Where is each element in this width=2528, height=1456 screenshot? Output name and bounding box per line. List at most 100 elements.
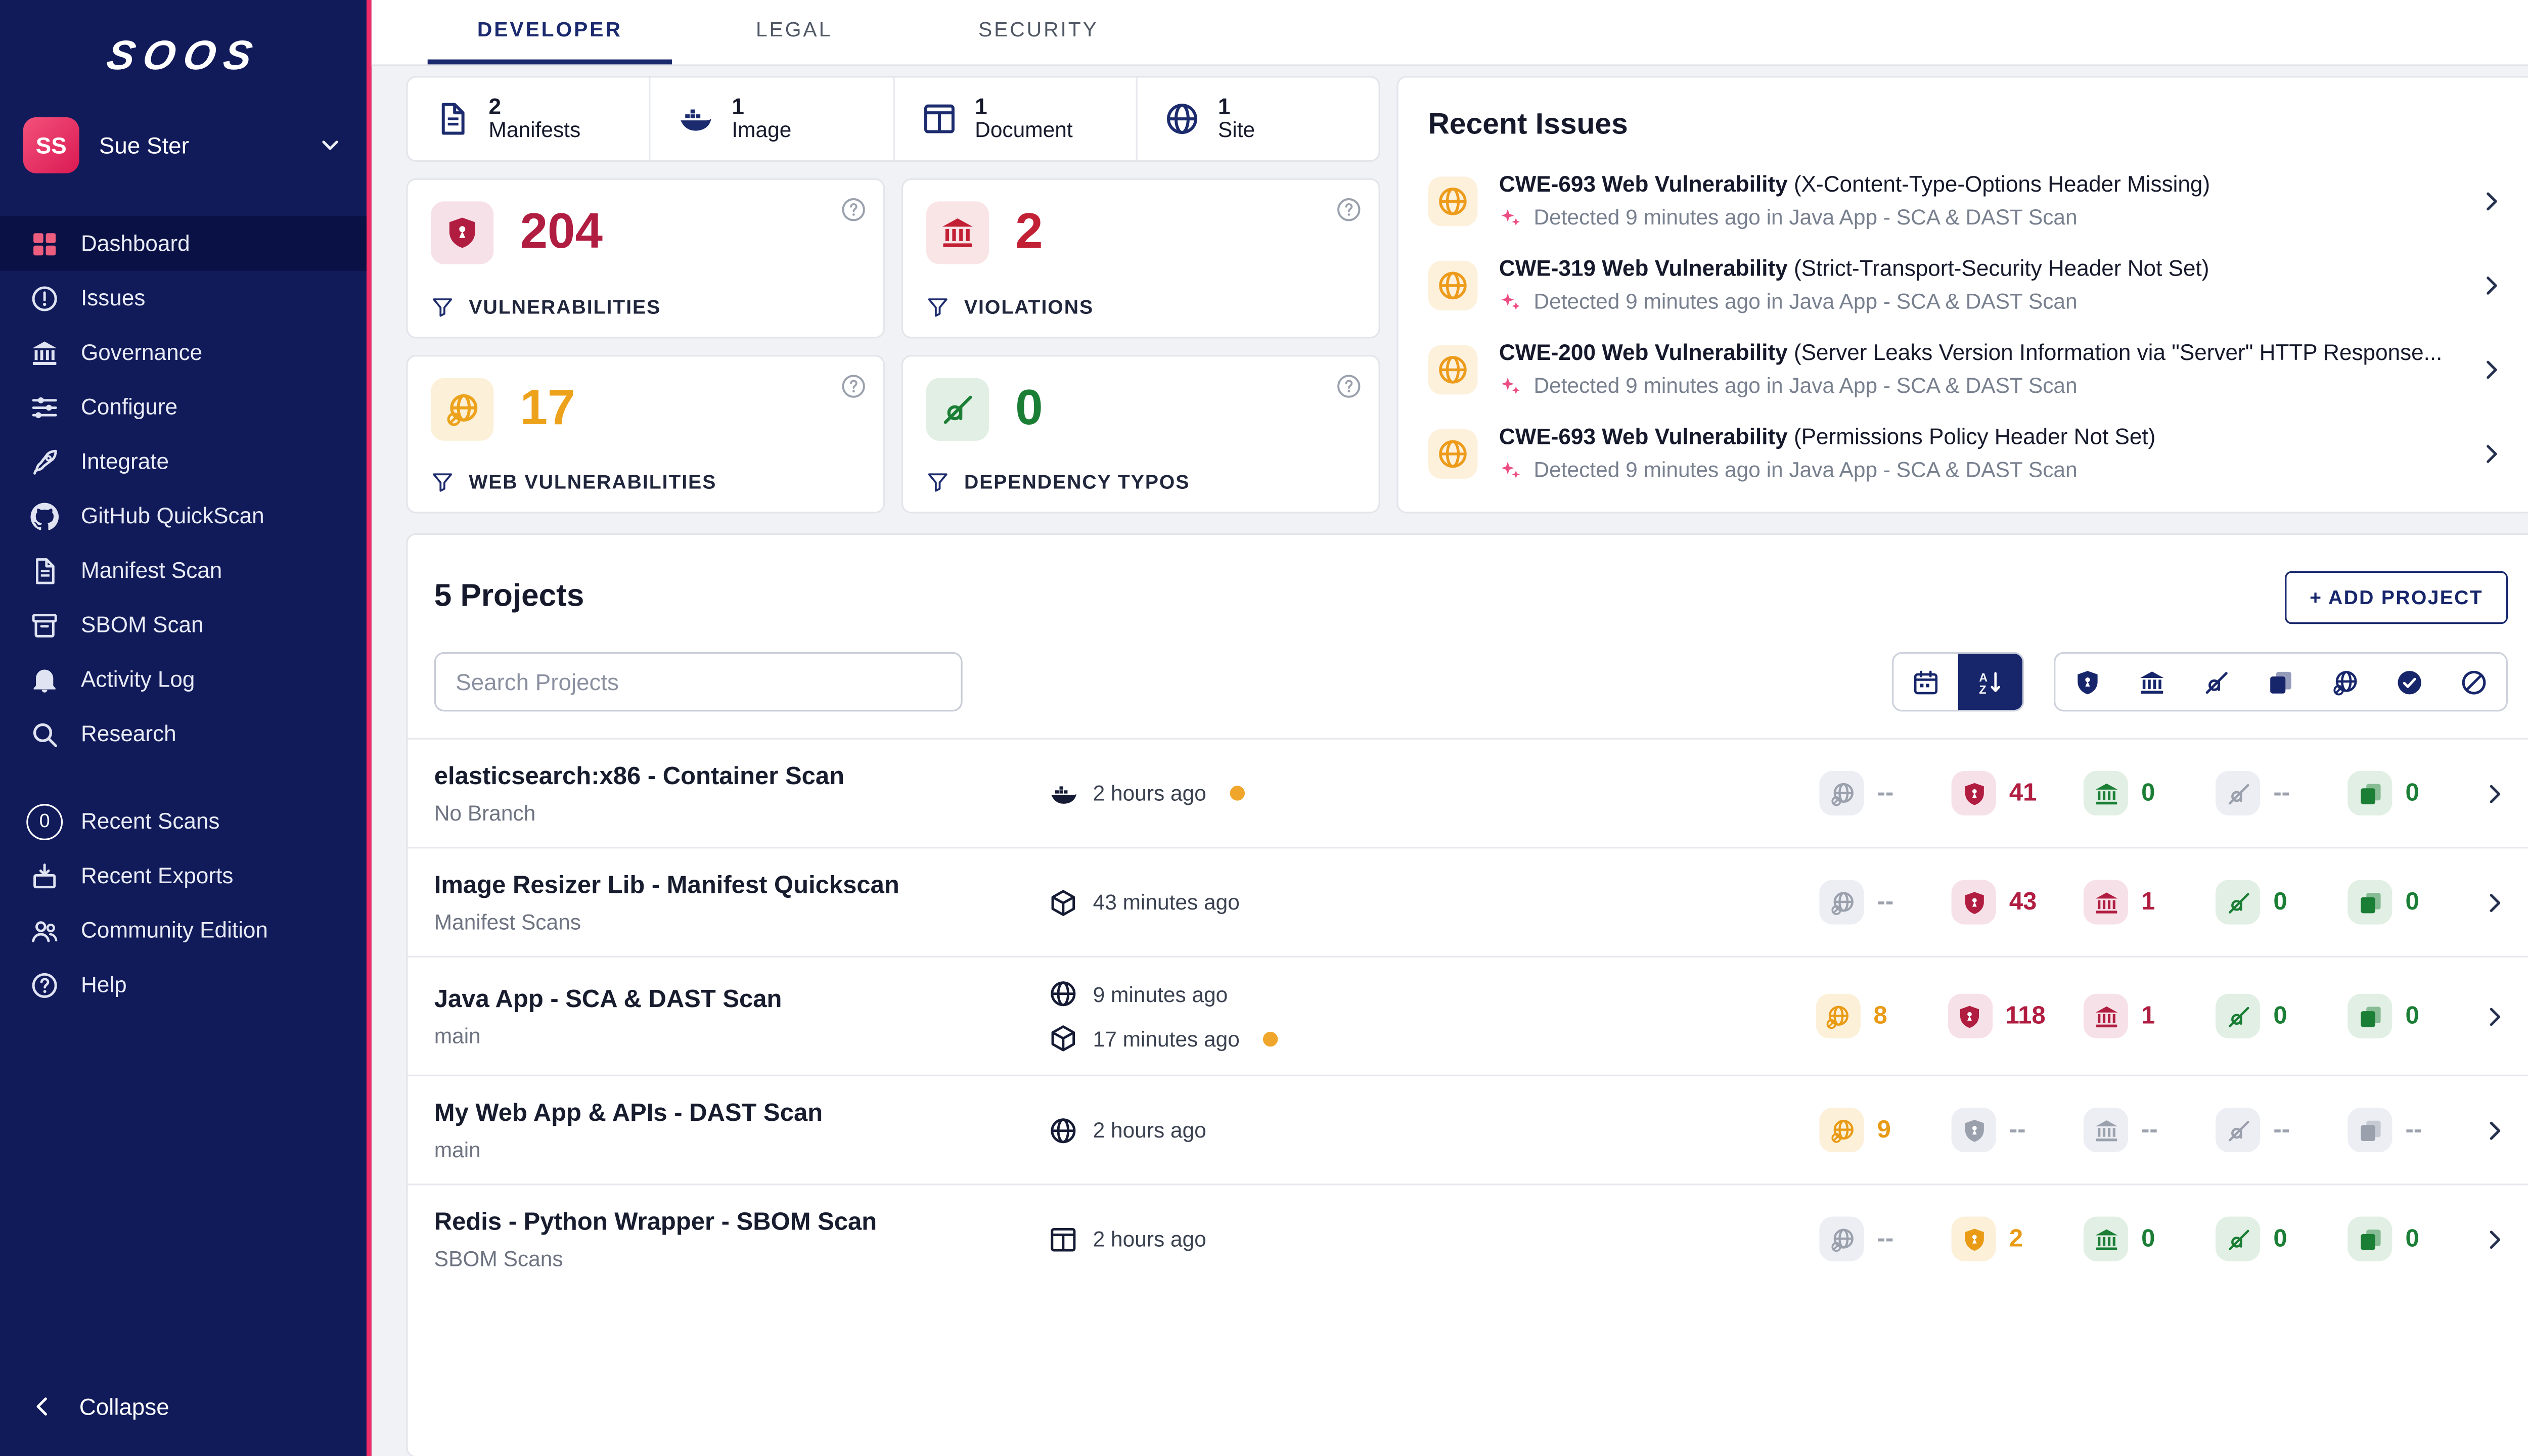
summary-manifests: 2 Manifests (408, 77, 651, 160)
stat-card-vulnerabilities: 204 VULNERABILITIES (406, 178, 885, 338)
chevron-right-icon[interactable] (2481, 1003, 2508, 1029)
summary-label: Site (1217, 117, 1255, 143)
soos-logo[interactable]: SOOS (103, 33, 263, 81)
sidebar-item-configure[interactable]: Configure (0, 380, 367, 434)
project-row[interactable]: My Web App & APIs - DAST Scan main 2 hou… (408, 1074, 2528, 1184)
help-tooltip-icon[interactable] (1336, 372, 1362, 398)
globe-icon (1048, 1115, 1078, 1145)
chevron-right-icon[interactable] (2478, 188, 2504, 214)
chevron-right-icon[interactable] (2478, 356, 2504, 382)
issue-detail: Detected 9 minutes ago in Java App - SCA… (1533, 457, 2078, 482)
sidebar-item-research[interactable]: Research (0, 707, 367, 761)
sort-by-date-button[interactable] (1893, 654, 1958, 710)
sort-az-icon (1976, 668, 2005, 696)
sidebar-item-community-edition[interactable]: Community Edition (0, 903, 367, 958)
chevron-right-icon[interactable] (2481, 1225, 2508, 1252)
sidebar-item-label: Dashboard (81, 231, 190, 256)
stat-card-violations: 2 VIOLATIONS (901, 178, 1380, 338)
filter-violations-button[interactable] (2120, 654, 2184, 710)
sidebar-item-label: Help (81, 972, 127, 997)
chevron-right-icon[interactable] (2481, 889, 2508, 915)
summary-label: Document (975, 117, 1073, 143)
files-icon (2348, 770, 2392, 816)
search-projects-input[interactable] (434, 652, 963, 712)
stat-value: 43 (2009, 888, 2037, 917)
chevron-right-icon[interactable] (2478, 271, 2504, 298)
sliders-icon (30, 392, 60, 422)
summary-count: 1 (732, 94, 744, 119)
project-list: elasticsearch:x86 - Container Scan No Br… (408, 738, 2528, 1293)
project-row[interactable]: elasticsearch:x86 - Container Scan No Br… (408, 738, 2528, 847)
sparkles-icon (1499, 206, 1522, 229)
sidebar-item-github-quickscan[interactable]: GitHub QuickScan (0, 489, 367, 543)
package-icon (1048, 887, 1078, 917)
recent-issue-row[interactable]: CWE-200 Web Vulnerability (Server Leaks … (1428, 327, 2504, 412)
app: SOOS SS Sue Ster Dashboard Issues Govern… (0, 0, 2528, 1456)
projects-heading: 5 Projects (434, 579, 584, 614)
filter-vulnerabilities-button[interactable] (2055, 654, 2119, 710)
sidebar-item-label: Research (81, 721, 176, 746)
project-row[interactable]: Redis - Python Wrapper - SBOM Scan SBOM … (408, 1184, 2528, 1293)
tab-legal[interactable]: LEGAL (672, 0, 916, 64)
summary-images: 1 Image (651, 77, 894, 160)
sidebar-collapse-button[interactable]: Collapse (0, 1374, 367, 1440)
sidebar-item-help[interactable]: Help (0, 958, 367, 1012)
stat-dependency-typos: -- (2216, 770, 2310, 816)
sidebar-item-dashboard[interactable]: Dashboard (0, 216, 367, 271)
stat-violations: 0 (2083, 770, 2178, 816)
filter-duplicates-button[interactable] (2248, 654, 2313, 710)
filter-funnel-icon (431, 295, 454, 318)
stat-web-vulnerabilities: -- (1819, 1216, 1913, 1261)
help-tooltip-icon[interactable] (1336, 197, 1362, 223)
sidebar-item-recent-scans[interactable]: 0 Recent Scans (0, 794, 367, 849)
project-stats: -- 43 1 0 0 (1819, 880, 2442, 925)
stat-violations: -- (2083, 1108, 2178, 1153)
stat-value: 9 (1877, 1116, 1891, 1144)
stat-value: 1 (2141, 1002, 2155, 1030)
help-tooltip-icon[interactable] (840, 197, 867, 223)
filter-funnel-icon (926, 295, 950, 318)
user-menu[interactable]: SS Sue Ster (23, 117, 343, 173)
summary-count: 2 (488, 94, 502, 119)
chevron-right-icon[interactable] (2481, 780, 2508, 806)
stat-value: -- (2273, 1116, 2290, 1144)
collapse-label: Collapse (79, 1393, 169, 1420)
typo-icon (2216, 1216, 2261, 1261)
chevron-right-icon[interactable] (2481, 1117, 2508, 1143)
add-project-button[interactable]: + ADD PROJECT (2285, 571, 2508, 624)
docker-icon (678, 101, 714, 137)
chevron-right-icon[interactable] (2478, 440, 2504, 466)
sidebar-item-governance[interactable]: Governance (0, 325, 367, 380)
project-row[interactable]: Java App - SCA & DAST Scan main 9 minute… (408, 956, 2528, 1075)
recent-issue-row[interactable]: CWE-319 Web Vulnerability (Strict-Transp… (1428, 243, 2504, 327)
scan-time-text: 2 hours ago (1093, 1226, 1206, 1252)
project-row[interactable]: Image Resizer Lib - Manifest Quickscan M… (408, 847, 2528, 956)
recent-issue-row[interactable]: CWE-693 Web Vulnerability (Permissions P… (1428, 411, 2504, 495)
project-branch: main (434, 1136, 481, 1162)
stat-duplicates: 0 (2348, 880, 2442, 925)
sidebar-item-integrate[interactable]: Integrate (0, 434, 367, 489)
stat-card-web-vulnerabilities: 17 WEB VULNERABILITIES (406, 354, 885, 514)
tab-security[interactable]: SECURITY (916, 0, 1160, 64)
sidebar-item-issues[interactable]: Issues (0, 271, 367, 326)
filter-web-vulnerabilities-button[interactable] (2313, 654, 2377, 710)
filter-typos-button[interactable] (2184, 654, 2248, 710)
help-tooltip-icon[interactable] (840, 372, 867, 398)
docker-icon (1048, 779, 1078, 808)
sidebar-item-label: Activity Log (81, 667, 195, 692)
sort-alphabetical-button[interactable] (1958, 654, 2022, 710)
sidebar-item-recent-exports[interactable]: Recent Exports (0, 848, 367, 903)
filter-none-button[interactable] (2442, 654, 2506, 710)
filter-resolved-button[interactable] (2377, 654, 2442, 710)
sidebar-item-activity-log[interactable]: Activity Log (0, 652, 367, 707)
sidebar-item-sbom-scan[interactable]: SBOM Scan (0, 598, 367, 652)
stat-dependency-typos: 0 (2216, 880, 2310, 925)
stat-value: 118 (2005, 1002, 2046, 1030)
recent-issue-row[interactable]: CWE-693 Web Vulnerability (X-Content-Typ… (1428, 158, 2504, 243)
issue-name: CWE-693 Web Vulnerability (1499, 424, 1788, 449)
tab-developer[interactable]: DEVELOPER (427, 0, 672, 65)
stat-value: 41 (2009, 779, 2037, 807)
stat-vulnerabilities: 41 (1951, 770, 2046, 816)
sidebar-item-manifest-scan[interactable]: Manifest Scan (0, 543, 367, 598)
project-scan-times: 9 minutes ago 17 minutes ago (1048, 979, 1491, 1053)
